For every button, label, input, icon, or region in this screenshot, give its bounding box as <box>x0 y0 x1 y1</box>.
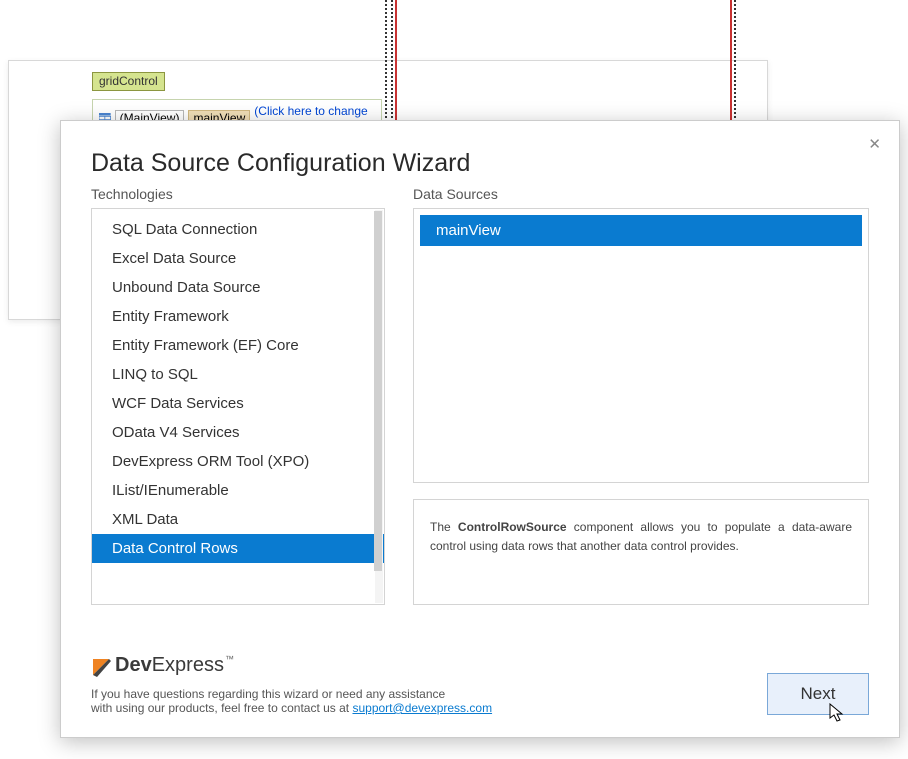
scrollbar-track[interactable] <box>375 210 383 603</box>
datasources-listbox[interactable]: mainView <box>413 208 869 483</box>
technology-item[interactable]: XML Data <box>108 505 372 534</box>
technology-item[interactable]: Data Control Rows <box>92 534 384 563</box>
close-icon[interactable]: ✕ <box>868 135 881 153</box>
devexpress-logo-icon <box>91 655 113 677</box>
datasources-label: Data Sources <box>413 186 869 202</box>
support-email-link[interactable]: support@devexpress.com <box>352 701 492 715</box>
technologies-listbox[interactable]: SQL Data ConnectionExcel Data SourceUnbo… <box>91 208 385 605</box>
technology-item[interactable]: OData V4 Services <box>108 418 372 447</box>
data-source-wizard-dialog: ✕ Data Source Configuration Wizard Techn… <box>60 120 900 738</box>
devexpress-logo: DevExpress™ <box>91 654 492 677</box>
technology-item[interactable]: Excel Data Source <box>108 244 372 273</box>
mouse-cursor-icon <box>829 703 845 723</box>
technology-item[interactable]: Entity Framework (EF) Core <box>108 331 372 360</box>
technology-item[interactable]: Unbound Data Source <box>108 273 372 302</box>
description-box: The ControlRowSource component allows yo… <box>413 499 869 605</box>
footer-line1: If you have questions regarding this wiz… <box>91 687 492 701</box>
technology-item[interactable]: SQL Data Connection <box>108 215 372 244</box>
footer-info: DevExpress™ If you have questions regard… <box>91 654 492 715</box>
technology-item[interactable]: IList/IEnumerable <box>108 476 372 505</box>
technology-item[interactable]: WCF Data Services <box>108 389 372 418</box>
wizard-title: Data Source Configuration Wizard <box>91 149 869 178</box>
technology-item[interactable]: DevExpress ORM Tool (XPO) <box>108 447 372 476</box>
technology-item[interactable]: LINQ to SQL <box>108 360 372 389</box>
technology-item[interactable]: Entity Framework <box>108 302 372 331</box>
footer-line2: with using our products, feel free to co… <box>91 701 492 715</box>
scrollbar-thumb[interactable] <box>374 211 382 571</box>
datasource-item[interactable]: mainView <box>420 215 862 246</box>
next-button[interactable]: Next <box>767 673 869 715</box>
gridcontrol-label[interactable]: gridControl <box>92 72 165 91</box>
technologies-label: Technologies <box>91 186 385 202</box>
